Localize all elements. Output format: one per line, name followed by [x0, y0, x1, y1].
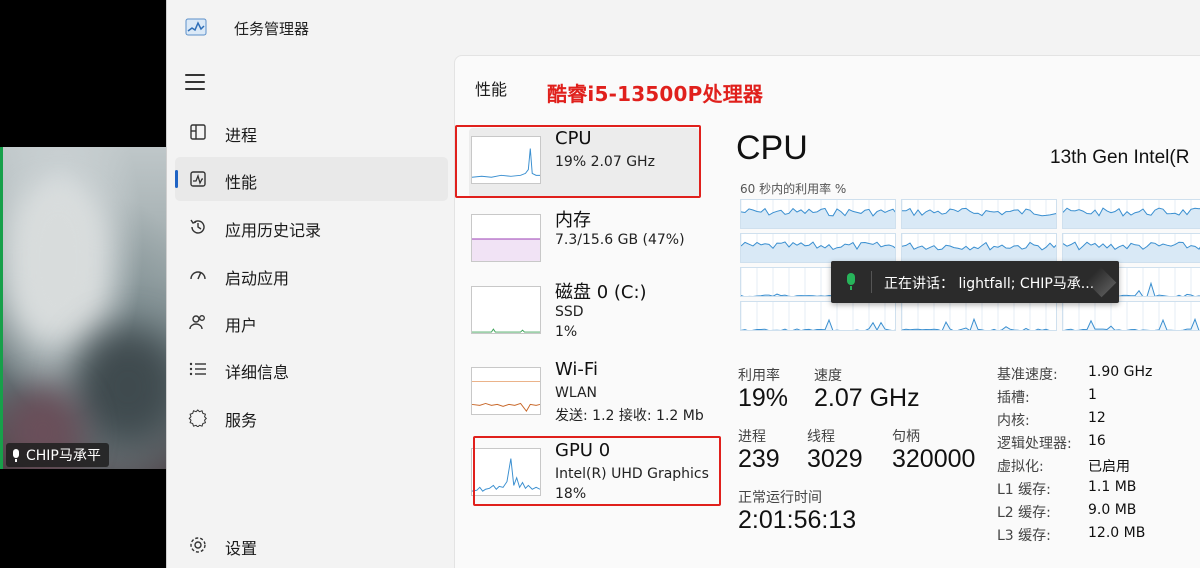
app-history-icon [187, 216, 209, 238]
handles-value: 320000 [892, 445, 976, 473]
spec-label: L3 缓存: [997, 528, 1051, 544]
participant-video: CHIP马承平 [0, 147, 166, 469]
nav-item-startup-apps[interactable]: 启动应用 [175, 253, 448, 297]
core-graph [740, 301, 896, 331]
resource-detail: WLAN [555, 385, 598, 401]
processes-label: 进程 [738, 429, 766, 445]
spec-value: 9.0 MB [1088, 502, 1137, 518]
details-icon [187, 358, 209, 380]
spec-label: 内核: [997, 413, 1030, 429]
core-graph [1062, 301, 1200, 331]
spec-value: 12.0 MB [1088, 525, 1146, 541]
utilization-value: 19% [738, 384, 789, 412]
services-icon [187, 406, 209, 428]
wifi-mini-graph [471, 367, 541, 415]
resource-detail: SSD [555, 304, 584, 320]
performance-panel: 性能 酷睿i5-13500P处理器 CPU 19% 2.07 GHz 内存 7.… [454, 55, 1200, 568]
hamburger-menu-icon[interactable] [185, 74, 205, 90]
microphone-icon [845, 273, 857, 291]
nav-item-users[interactable]: 用户 [175, 300, 448, 344]
spec-label: 插槽: [997, 390, 1030, 406]
spec-label: 逻辑处理器: [997, 436, 1072, 452]
nav-item-performance[interactable]: 性能 [175, 157, 448, 201]
spec-value: 1 [1088, 387, 1097, 403]
nav-item-settings[interactable]: 设置 [175, 523, 448, 567]
title-bar: 任务管理器 [167, 0, 1200, 56]
cpu-highlight-box [455, 125, 701, 198]
nav-item-label: 服务 [225, 411, 258, 430]
spec-label: L2 缓存: [997, 505, 1051, 521]
threads-value: 3029 [807, 445, 863, 473]
spec-value: 12 [1088, 410, 1106, 426]
threads-label: 线程 [807, 429, 835, 445]
participant-name: CHIP马承平 [26, 448, 101, 464]
performance-icon [187, 168, 209, 190]
microphone-icon [12, 448, 20, 462]
processes-icon [187, 121, 209, 143]
core-graph [1062, 199, 1200, 229]
disk-mini-graph [471, 286, 541, 334]
handles-label: 句柄 [892, 429, 920, 445]
resource-item-wifi[interactable]: Wi-Fi WLAN 发送: 1.2 接收: 1.2 Mb [469, 359, 704, 429]
spec-value: 1.1 MB [1088, 479, 1137, 495]
speed-value: 2.07 GHz [814, 384, 920, 412]
gear-icon [187, 534, 209, 556]
spec-value: 已启用 [1088, 459, 1130, 475]
resource-name: 磁盘 0 (C:) [555, 282, 647, 303]
core-graph [740, 233, 896, 263]
settings-label: 设置 [225, 539, 258, 558]
nav-item-label: 启动应用 [225, 269, 290, 288]
spec-label: 基准速度: [997, 367, 1058, 383]
window-title: 任务管理器 [234, 20, 310, 38]
spec-label: L1 缓存: [997, 482, 1051, 498]
resource-name: Wi-Fi [555, 359, 598, 380]
utilization-label: 利用率 [738, 368, 780, 384]
cpu-model-name: 13th Gen Intel(R [1050, 147, 1190, 168]
spec-value: 16 [1088, 433, 1106, 449]
startup-apps-icon [187, 264, 209, 286]
nav-item-label: 性能 [225, 173, 258, 192]
nav-item-label: 应用历史记录 [225, 221, 322, 240]
nav-item-processes[interactable]: 进程 [175, 110, 448, 154]
resource-detail: 7.3/15.6 GB (47%) [555, 232, 685, 248]
nav-item-services[interactable]: 服务 [175, 395, 448, 439]
active-indicator [175, 170, 178, 188]
resource-detail: 1% [555, 324, 578, 340]
nav-item-details[interactable]: 详细信息 [175, 347, 448, 391]
spec-label: 虚拟化: [997, 459, 1044, 475]
participant-name-badge: CHIP马承平 [6, 443, 109, 467]
graph-caption: 60 秒内的利用率 % [740, 182, 847, 196]
task-manager-icon [185, 18, 207, 36]
resource-name: 内存 [555, 210, 591, 231]
speaking-indicator-toast: 正在讲话： lightfall; CHIP马承... [831, 261, 1119, 303]
speed-label: 速度 [814, 368, 842, 384]
resource-detail: 发送: 1.2 接收: 1.2 Mb [555, 408, 704, 424]
spec-value: 1.90 GHz [1088, 364, 1153, 380]
speaking-text: 正在讲话： lightfall; CHIP马承... [884, 276, 1095, 292]
processor-annotation: 酷睿i5-13500P处理器 [547, 82, 764, 106]
resource-item-disk[interactable]: 磁盘 0 (C:) SSD 1% [469, 278, 699, 348]
core-graph [901, 199, 1057, 229]
nav-item-label: 用户 [225, 316, 258, 335]
nav-item-label: 进程 [225, 126, 258, 145]
page-title: 性能 [475, 80, 508, 99]
uptime-value: 2:01:56:13 [738, 506, 857, 534]
core-graph [740, 199, 896, 229]
uptime-label: 正常运行时间 [738, 490, 822, 506]
nav-item-app-history[interactable]: 应用历史记录 [175, 205, 448, 249]
gpu-highlight-box [473, 436, 721, 506]
resource-item-memory[interactable]: 内存 7.3/15.6 GB (47%) [469, 206, 699, 276]
nav-item-label: 详细信息 [225, 363, 290, 382]
users-icon [187, 311, 209, 333]
processes-value: 239 [738, 445, 780, 473]
core-graph [901, 301, 1057, 331]
core-graph [901, 233, 1057, 263]
core-graph [1062, 233, 1200, 263]
cpu-heading: CPU [736, 129, 808, 167]
memory-mini-graph [471, 214, 541, 262]
